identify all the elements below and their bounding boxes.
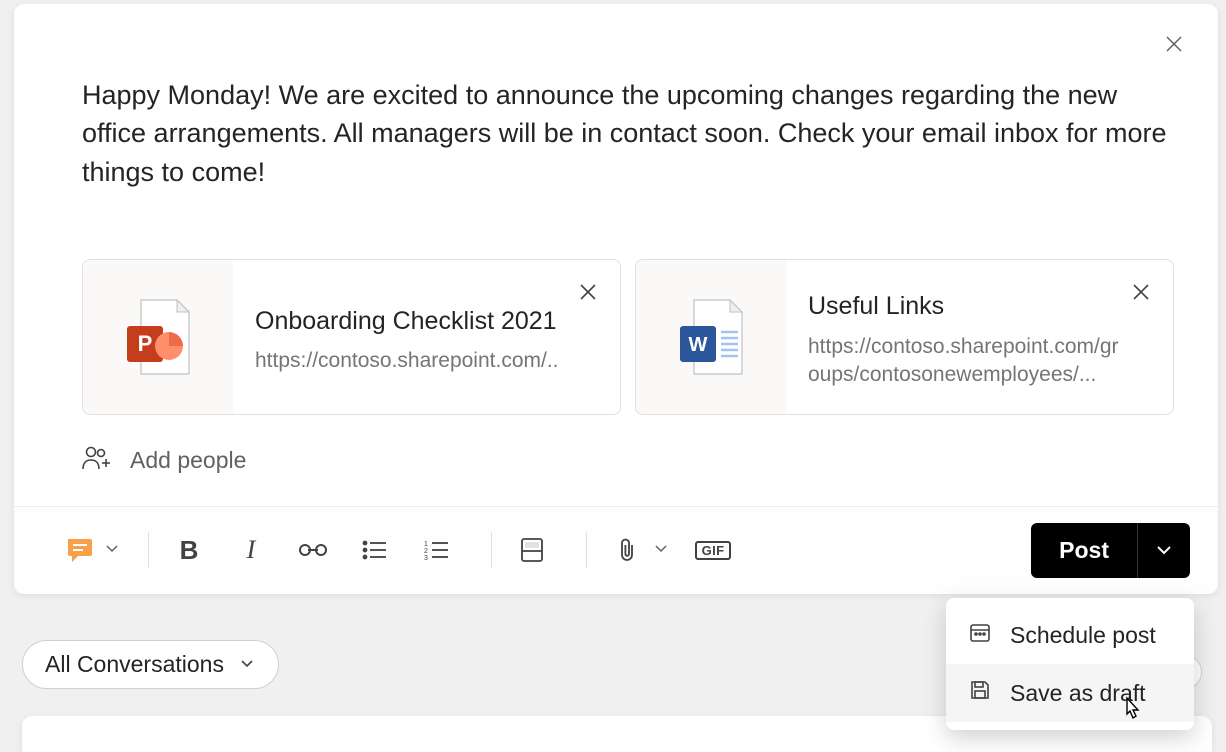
calendar-icon [968,620,992,650]
numbered-list-button[interactable]: 1 2 3 [415,528,459,572]
save-icon [968,678,992,708]
post-options-menu: Schedule post Save as draft [946,598,1194,730]
filter-label: All Conversations [45,651,224,678]
add-people-button[interactable]: Add people [82,445,1174,476]
attachment-card[interactable]: W Useful Links https://contoso.sharepoin… [635,259,1174,415]
attachment-url: https://contoso.sharepoint.com/groups/co… [808,333,1127,390]
toolbar-separator [148,532,149,568]
schedule-post-item[interactable]: Schedule post [946,606,1194,664]
attachment-url: https://contoso.sharepoint.com/.. [255,347,574,375]
compose-card: Happy Monday! We are excited to announce… [14,4,1218,594]
toolbar-separator [491,532,492,568]
word-icon: W [636,260,786,414]
attachment-title: Onboarding Checklist 2021 [255,305,574,338]
chevron-down-icon [653,540,669,561]
chevron-down-icon [238,651,256,678]
attachment-title: Useful Links [808,290,1127,323]
topic-button[interactable] [510,528,554,572]
svg-text:2: 2 [424,548,428,555]
gif-button[interactable]: GIF [691,528,735,572]
attachment-card[interactable]: P Onboarding Checklist 2021 https://cont… [82,259,621,415]
post-options-button[interactable] [1137,523,1190,578]
svg-text:P: P [138,331,153,356]
post-button[interactable]: Post [1031,523,1137,578]
attachments-row: P Onboarding Checklist 2021 https://cont… [82,259,1174,415]
svg-text:1: 1 [424,541,428,548]
link-button[interactable] [291,528,335,572]
svg-text:3: 3 [424,555,428,561]
bullet-list-button[interactable] [353,528,397,572]
save-draft-label: Save as draft [1010,680,1146,707]
powerpoint-icon: P [83,260,233,414]
add-people-label: Add people [130,447,246,474]
chevron-down-icon [104,540,120,561]
remove-attachment-button[interactable] [576,280,600,304]
post-type-button[interactable] [54,528,130,572]
compose-toolbar: B I 1 [14,506,1218,594]
toolbar-separator [586,532,587,568]
message-textarea[interactable]: Happy Monday! We are excited to announce… [82,76,1174,191]
remove-attachment-button[interactable] [1129,280,1153,304]
italic-button[interactable]: I [229,528,273,572]
conversation-filter-button[interactable]: All Conversations [22,640,279,689]
attach-button[interactable] [605,528,649,572]
save-draft-item[interactable]: Save as draft [946,664,1194,722]
schedule-post-label: Schedule post [1010,622,1156,649]
close-compose-button[interactable] [1162,32,1186,56]
discussion-icon [64,534,96,566]
bold-button[interactable]: B [167,528,211,572]
svg-text:W: W [689,334,708,356]
people-add-icon [82,445,112,476]
